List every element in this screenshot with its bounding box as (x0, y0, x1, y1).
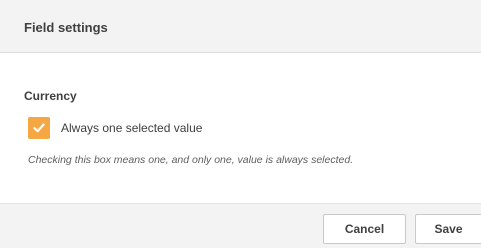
section-label: Currency (24, 89, 77, 103)
checkmark-icon (33, 123, 45, 133)
always-one-selected-row[interactable]: Always one selected value (28, 117, 202, 139)
save-button[interactable]: Save (415, 214, 481, 244)
checkbox-label: Always one selected value (61, 121, 203, 135)
dialog-footer: Cancel Save (0, 203, 481, 248)
field-settings-dialog: Field settings Currency Always one selec… (0, 0, 481, 248)
cancel-button[interactable]: Cancel (323, 214, 406, 244)
dialog-title: Field settings (24, 20, 108, 35)
always-one-selected-checkbox[interactable] (28, 117, 50, 139)
dialog-header: Field settings (0, 0, 481, 53)
help-text: Checking this box means one, and only on… (28, 154, 354, 166)
